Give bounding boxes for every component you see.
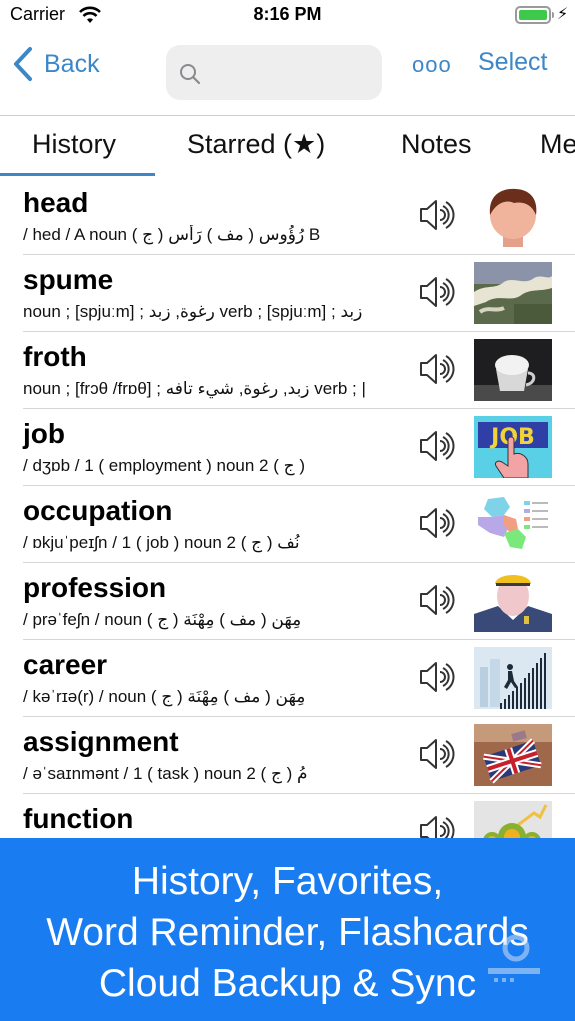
speaker-icon[interactable] — [418, 737, 456, 771]
flag-puzzle-image — [474, 724, 552, 786]
speaker-icon[interactable] — [418, 275, 456, 309]
watermark-logo-icon — [488, 934, 540, 982]
entry-word: function — [23, 803, 134, 834]
entry-definition: noun ; [spjuːm] ; رغوة, زبد verb ; [spju… — [23, 302, 363, 321]
entry-word: career — [23, 649, 108, 680]
speaker-icon[interactable] — [418, 429, 456, 463]
list-item[interactable]: head / hed / A noun ( ج ) رُؤُوس ( مف ) … — [0, 178, 575, 255]
list-item[interactable]: occupation / ɒkjuˈpeɪʃn / 1 ( job ) noun… — [0, 486, 575, 563]
job-sign-image: JOB — [474, 416, 552, 478]
tab-more[interactable]: Me — [540, 129, 575, 160]
selected-tab-indicator — [0, 173, 155, 176]
list-item[interactable]: career / kəˈrɪə(r) / noun ( ج ) مِهَن ( … — [0, 640, 575, 717]
occupation-map-image — [474, 493, 552, 555]
navigation-bar: Back ooo Select — [0, 32, 575, 116]
worker-avatar-image — [474, 570, 552, 632]
entry-word: head — [23, 187, 89, 218]
head-avatar-image — [474, 185, 552, 247]
clock: 8:16 PM — [253, 4, 322, 24]
entry-definition: / əˈsaɪnmənt / 1 ( task ) noun 2 ( ج ) م… — [23, 764, 308, 783]
entry-definition: / prəˈfeʃn / noun ( ج ) مِهَن ( مف ) مِه… — [23, 610, 302, 629]
status-bar: Carrier 8:16 PM ⚡︎ — [0, 0, 575, 32]
select-button[interactable]: Select — [478, 48, 547, 77]
foam-on-rocks-image — [474, 262, 552, 324]
speaker-icon[interactable] — [418, 352, 456, 386]
cup-with-froth-image — [474, 339, 552, 401]
list-item[interactable]: function — [0, 794, 575, 838]
entry-word: assignment — [23, 726, 179, 757]
search-icon — [180, 64, 201, 85]
promo-banner: History, Favorites, Word Reminder, Flash… — [0, 838, 575, 1021]
speaker-icon[interactable] — [418, 583, 456, 617]
tab-notes[interactable]: Notes — [401, 129, 472, 160]
history-list: head / hed / A noun ( ج ) رُؤُوس ( مف ) … — [0, 178, 575, 838]
entry-definition: / hed / A noun ( ج ) رُؤُوس ( مف ) رَأس … — [23, 225, 321, 244]
tab-bar: History Starred (★) Notes Me — [0, 117, 575, 178]
battery-icon — [515, 6, 551, 24]
speaker-icon[interactable] — [418, 506, 456, 540]
entry-word: spume — [23, 264, 114, 295]
gears-image — [474, 801, 552, 838]
battery-fill — [519, 10, 547, 20]
entry-definition: / dʒɒb / 1 ( employment ) noun 2 ( ج ) — [23, 456, 305, 475]
list-item[interactable]: job / dʒɒb / 1 ( employment ) noun 2 ( ج… — [0, 409, 575, 486]
banner-line: History, Favorites, — [131, 860, 444, 903]
entry-word: froth — [23, 341, 87, 372]
entry-word: job — [23, 418, 65, 449]
speaker-icon[interactable] — [418, 198, 456, 232]
entry-word: occupation — [23, 495, 173, 526]
tab-starred[interactable]: Starred (★) — [187, 129, 325, 160]
list-item[interactable]: froth noun ; [frɔθ /frɒθ] ; زبد, رغوة, ش… — [0, 332, 575, 409]
entry-definition: / ɒkjuˈpeɪʃn / 1 ( job ) noun 2 ( ج ) نُ… — [23, 533, 300, 552]
back-label: Back — [44, 49, 100, 78]
entry-definition: noun ; [frɔθ /frɒθ] ; زبد, رغوة, شيء تاف… — [23, 379, 366, 398]
search-field[interactable] — [166, 45, 382, 100]
entry-word: profession — [23, 572, 167, 603]
list-item[interactable]: assignment / əˈsaɪnmənt / 1 ( task ) nou… — [0, 717, 575, 794]
speaker-icon[interactable] — [418, 814, 456, 838]
list-item[interactable]: profession / prəˈfeʃn / noun ( ج ) مِهَن… — [0, 563, 575, 640]
charging-bolt-icon: ⚡︎ — [557, 6, 569, 23]
tab-history[interactable]: History — [32, 129, 116, 160]
list-item[interactable]: spume noun ; [spjuːm] ; رغوة, زبد verb ;… — [0, 255, 575, 332]
chevron-left-icon — [14, 47, 32, 81]
back-button[interactable]: Back — [10, 44, 100, 84]
entry-definition: / kəˈrɪə(r) / noun ( ج ) مِهَن ( مف ) مِ… — [23, 687, 306, 706]
search-input[interactable] — [210, 55, 370, 89]
more-options-button[interactable]: ooo — [412, 52, 452, 78]
career-chart-image — [474, 647, 552, 709]
speaker-icon[interactable] — [418, 660, 456, 694]
